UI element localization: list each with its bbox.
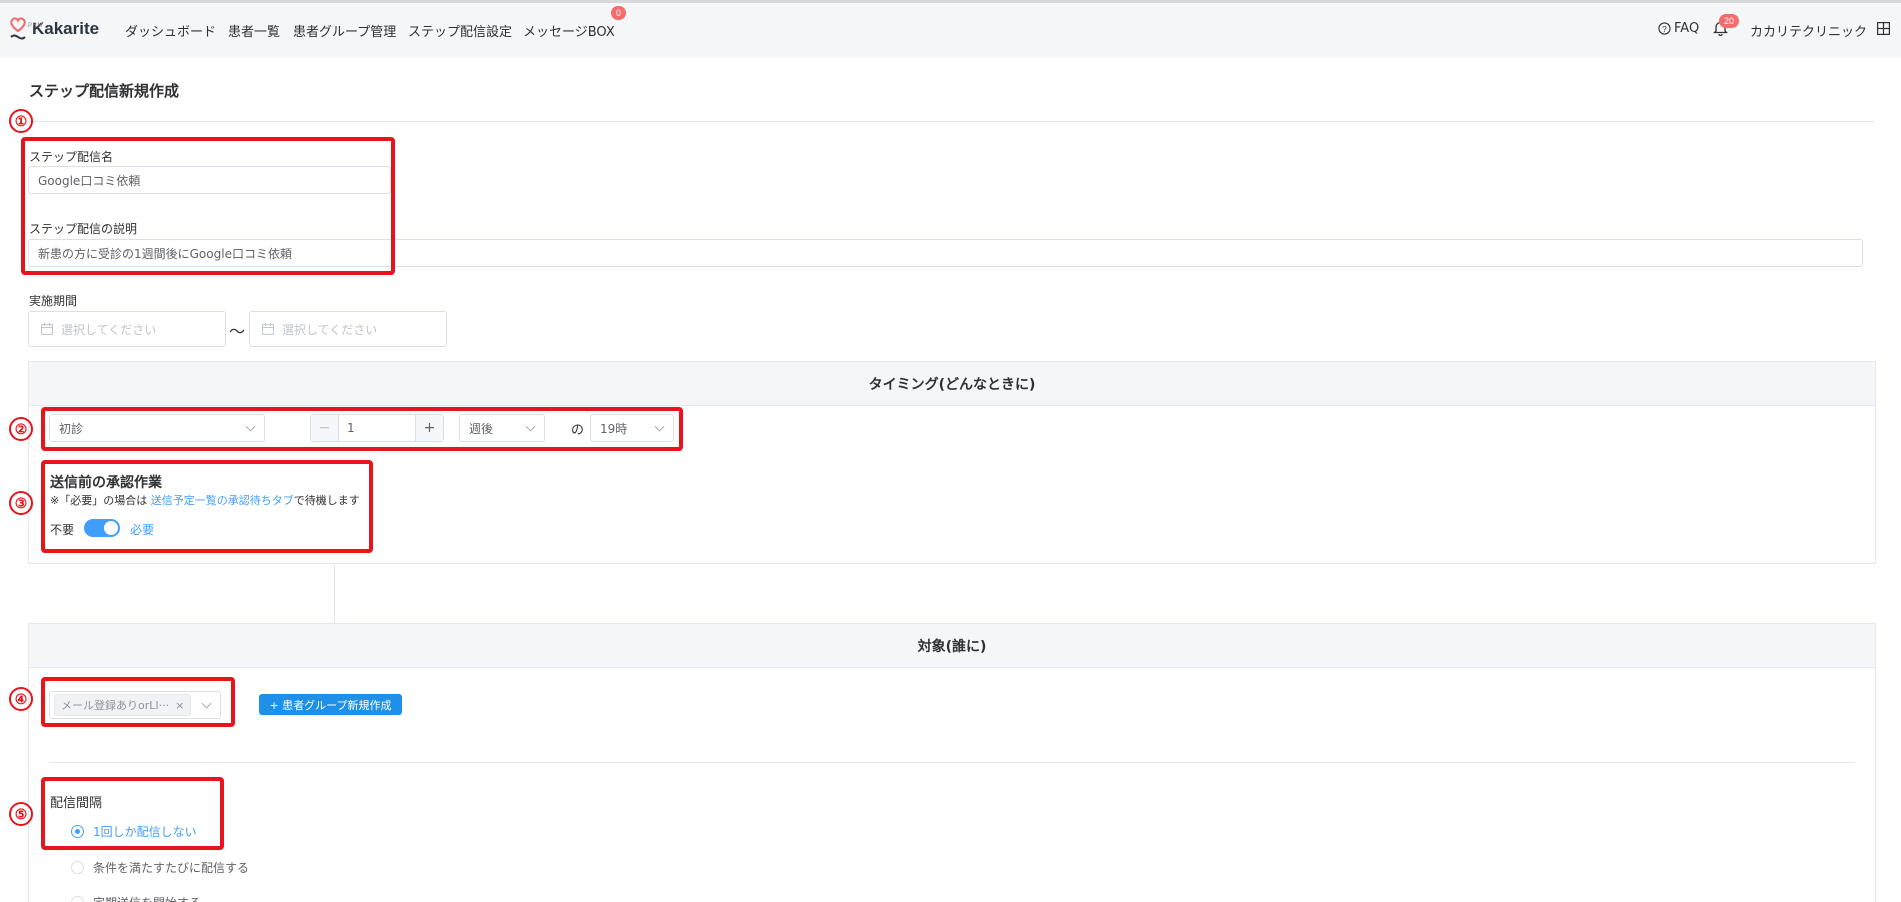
decrement-button[interactable]: − <box>311 415 339 441</box>
trigger-select-value: 初診 <box>59 421 84 436</box>
nav-patient-list[interactable]: 患者一覧 <box>228 21 280 40</box>
approval-title: 送信前の承認作業 <box>50 475 162 491</box>
toggle-off-label: 不要 <box>50 523 75 537</box>
annotation-marker-1: ① <box>9 109 33 133</box>
kakarite-logo[interactable]: Kakarite <box>8 14 99 44</box>
timing-section-title: タイミング(どんなときに) <box>868 376 1036 393</box>
annotation-marker-3: ③ <box>9 491 33 515</box>
nav-message-box[interactable]: メッセージBOX <box>523 21 615 40</box>
approval-toggle[interactable] <box>84 519 120 537</box>
chevron-down-icon <box>525 421 536 432</box>
heart-logo-icon <box>8 14 28 44</box>
chevron-down-icon <box>201 698 212 709</box>
clinic-name-menu[interactable]: カカリテクリニック <box>1750 21 1867 40</box>
step-name-value: Google口コミ依頼 <box>38 173 141 188</box>
period-label: 実施期間 <box>29 294 78 308</box>
period-end-date-picker[interactable]: 選択してください <box>249 311 447 347</box>
interval-option-once[interactable]: 1回しか配信しない <box>71 823 197 840</box>
target-section-header: 対象(誰に) <box>29 624 1875 668</box>
approval-queue-link[interactable]: 送信予定一覧の承認待ちタブ <box>151 494 294 507</box>
period-start-placeholder: 選択してください <box>61 322 157 337</box>
count-value: 1 <box>347 421 355 435</box>
notification-count-badge: 20 <box>1719 14 1740 28</box>
target-section-title: 対象(誰に) <box>917 638 987 655</box>
annotation-marker-4: ④ <box>9 687 33 711</box>
logo-subtitle: PRM <box>28 23 43 29</box>
approval-note: ※「必要」の場合は 送信予定一覧の承認待ちタブで待機します <box>50 492 360 508</box>
step-description-value: 新患の方に受診の1週間後にGoogle口コミ依頼 <box>38 246 292 261</box>
period-end-placeholder: 選択してください <box>282 322 378 337</box>
tag-close-icon[interactable]: × <box>175 699 184 712</box>
step-name-label: ステップ配信名 <box>29 150 114 164</box>
radio-button[interactable] <box>71 896 84 902</box>
apps-grid-icon[interactable] <box>1877 22 1891 39</box>
interval-label: 配信間隔 <box>50 796 103 811</box>
time-select[interactable]: 19時 <box>590 414 674 442</box>
of-label: の <box>571 423 585 438</box>
step-description-label: ステップ配信の説明 <box>29 222 138 236</box>
nav-dashboard[interactable]: ダッシュボード <box>125 21 216 40</box>
nav-patient-group-management[interactable]: 患者グループ管理 <box>293 21 396 40</box>
approval-note-suffix: で待機します <box>293 494 360 507</box>
radio-button[interactable] <box>71 861 84 874</box>
chevron-down-icon <box>245 421 256 432</box>
help-circle-icon: ? <box>1658 22 1671 35</box>
nav-step-delivery-settings[interactable]: ステップ配信設定 <box>408 21 512 40</box>
chevron-down-icon <box>654 421 665 432</box>
title-divider <box>29 121 1875 122</box>
calendar-icon <box>262 323 274 335</box>
top-navigation-bar <box>0 0 1901 58</box>
calendar-icon <box>41 323 53 335</box>
increment-button[interactable]: + <box>415 415 443 441</box>
step-name-input[interactable]: Google口コミ依頼 <box>28 166 391 194</box>
timing-section: タイミング(どんなときに) <box>28 361 1876 564</box>
interval-option-label: 条件を満たすたびに配信する <box>93 861 250 875</box>
unit-select-value: 週後 <box>469 421 494 436</box>
faq-link[interactable]: ? FAQ <box>1658 21 1699 36</box>
patient-group-tag-label: メール登録ありorLI··· <box>61 699 170 712</box>
period-start-date-picker[interactable]: 選択してください <box>28 311 226 347</box>
toggle-on-label: 必要 <box>130 523 155 537</box>
approval-note-prefix: ※「必要」の場合は <box>50 494 151 507</box>
count-input[interactable]: 1 <box>339 415 415 441</box>
time-select-value: 19時 <box>600 421 628 436</box>
period-separator: 〜 <box>229 322 246 341</box>
logo-text: Kakarite <box>32 19 100 38</box>
unit-select[interactable]: 週後 <box>459 414 545 442</box>
annotation-marker-2: ② <box>9 417 33 441</box>
target-divider <box>50 762 1854 763</box>
interval-option-label: 定期送信を開始する <box>93 894 201 902</box>
trigger-select[interactable]: 初診 <box>49 414 265 442</box>
interval-option-label: 1回しか配信しない <box>93 825 197 839</box>
radio-button[interactable] <box>71 825 84 838</box>
message-count-badge: 0 <box>611 6 627 20</box>
page-title: ステップ配信新規作成 <box>29 82 180 100</box>
timing-section-header: タイミング(どんなときに) <box>29 362 1875 406</box>
section-connector <box>334 564 335 623</box>
interval-option-each-time[interactable]: 条件を満たすたびに配信する <box>71 859 249 876</box>
patient-group-tag: メール登録ありorLI··· × <box>54 694 192 716</box>
faq-label: FAQ <box>1674 21 1700 36</box>
interval-option-periodic[interactable]: 定期送信を開始する <box>71 894 201 902</box>
step-description-input[interactable]: 新患の方に受診の1週間後にGoogle口コミ依頼 <box>28 239 1863 267</box>
patient-group-select[interactable]: メール登録ありorLI··· × <box>49 691 221 719</box>
svg-text:?: ? <box>1662 24 1667 34</box>
annotation-marker-5: ⑤ <box>9 802 33 826</box>
new-patient-group-button[interactable]: + 患者グループ新規作成 <box>259 694 402 715</box>
count-stepper[interactable]: − 1 + <box>310 414 444 442</box>
